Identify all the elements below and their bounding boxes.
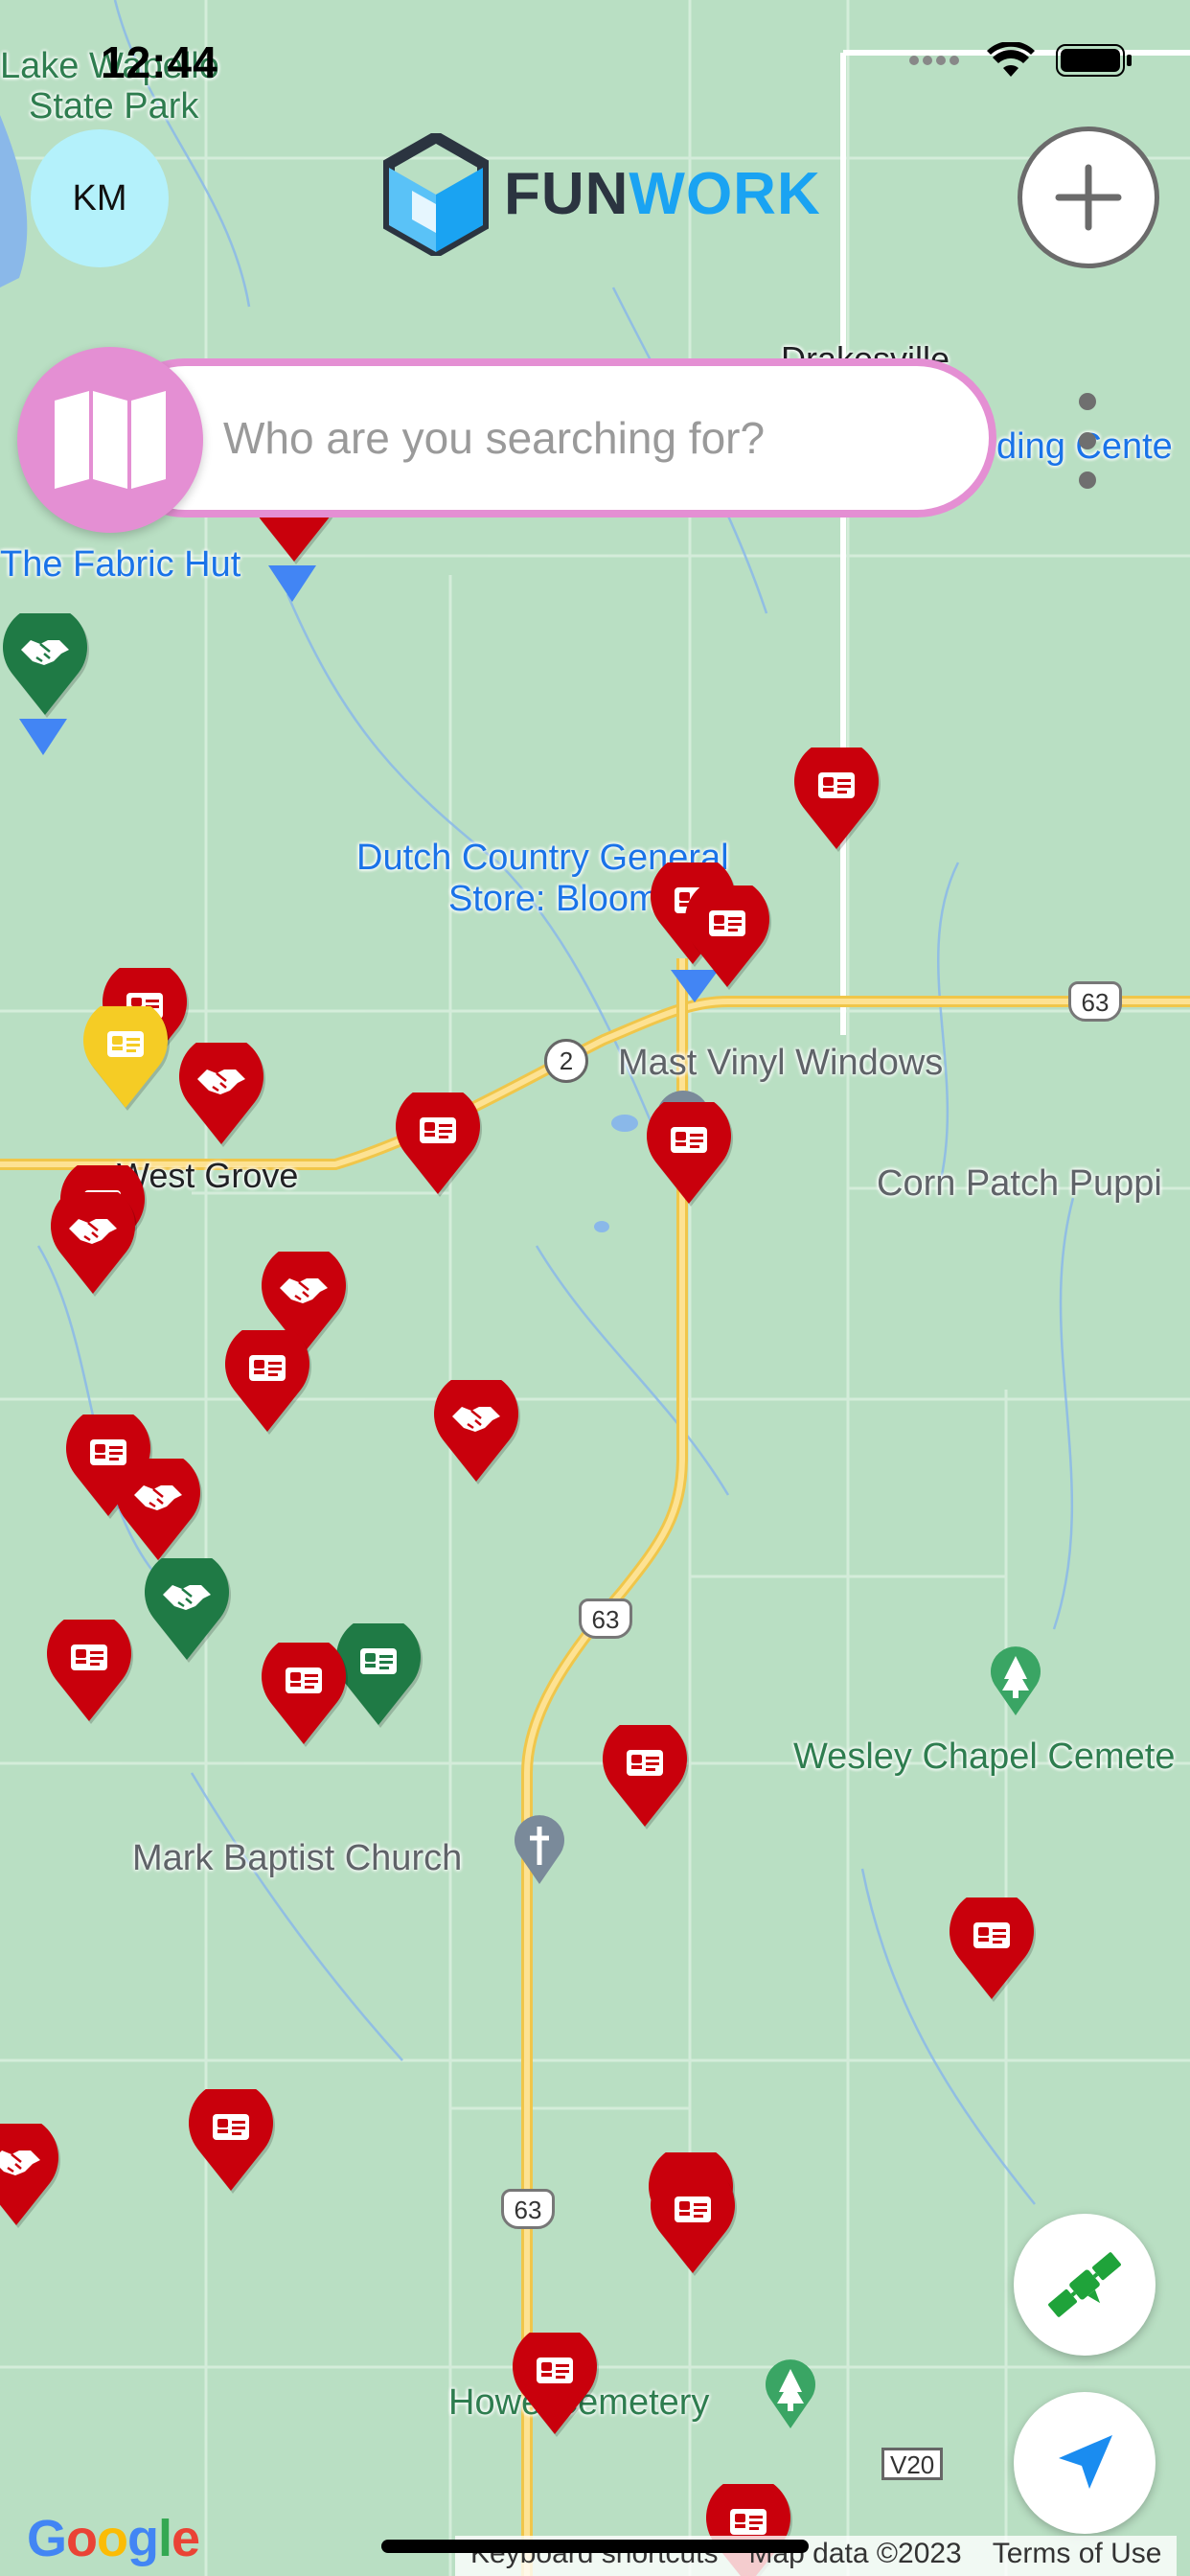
logo-text: FUNWORK: [504, 160, 821, 228]
logo-text-fun: FUN: [504, 161, 629, 227]
map-icon: [55, 391, 166, 489]
search-input[interactable]: [223, 404, 951, 472]
map-pin-red-card-14[interactable]: [222, 1330, 312, 1436]
status-icons: [908, 42, 1133, 79]
wesley-chapel-label: Wesley Chapel Cemete: [793, 1736, 1176, 1777]
map-pin-red-handshake-15[interactable]: [431, 1380, 521, 1485]
menu-dot: [1079, 472, 1096, 489]
cemetery-marker-icon-2[interactable]: [762, 2356, 819, 2432]
search-bar[interactable]: [105, 358, 996, 518]
add-button[interactable]: [1018, 126, 1159, 268]
route-2-shield: 2: [544, 1039, 588, 1083]
satellite-icon: [1048, 2252, 1121, 2317]
id-card-icon: [513, 2333, 599, 2437]
map-pin-red-handshake-17[interactable]: [113, 1459, 203, 1564]
wifi-icon: [987, 42, 1035, 77]
menu-dot: [1079, 432, 1096, 449]
mark-baptist-label: Mark Baptist Church: [132, 1838, 463, 1878]
map-toggle-button[interactable]: [17, 347, 203, 533]
status-time: 12:44: [101, 37, 218, 87]
id-card-icon: [396, 1092, 482, 1197]
map-pin-red-card-3[interactable]: [791, 748, 881, 853]
user-avatar[interactable]: KM: [31, 129, 169, 267]
avatar-initials: KM: [72, 177, 127, 218]
map-pin-red-card-28[interactable]: [510, 2333, 600, 2438]
battery-icon: [1056, 44, 1132, 77]
id-card-icon: [651, 2172, 737, 2276]
handshake-icon: [116, 1459, 202, 1563]
map-pin-red-card-23[interactable]: [947, 1898, 1037, 2003]
home-indicator: [381, 2540, 809, 2553]
map-pin-red-handshake-12[interactable]: [48, 1192, 138, 1298]
id-card-icon: [794, 748, 881, 852]
map-pin-red-card-5[interactable]: [682, 886, 772, 991]
hwy-63-shield-c: 63: [501, 2189, 555, 2229]
funwork-cube-icon: [383, 132, 489, 256]
google-logo: Google: [27, 2510, 200, 2567]
corn-patch-label: Corn Patch Puppi: [877, 1163, 1162, 1204]
v20-road-sign: V20: [881, 2448, 944, 2480]
id-card-icon: [603, 1725, 689, 1829]
terms-link[interactable]: Terms of Use: [977, 2536, 1178, 2576]
map-pin-red-card-27[interactable]: [648, 2172, 738, 2277]
satellite-view-button[interactable]: [1014, 2214, 1156, 2356]
map-pin-red-card-9[interactable]: [393, 1092, 483, 1198]
id-card-icon: [647, 1102, 733, 1207]
map-pin-red-card-19[interactable]: [44, 1620, 134, 1725]
funwork-logo: FUNWORK: [383, 129, 821, 259]
id-card-icon: [262, 1643, 348, 1747]
menu-dot: [1079, 393, 1096, 410]
hwy-63-shield-b: 63: [579, 1598, 632, 1639]
handshake-icon: [434, 1380, 520, 1484]
handshake-icon: [179, 1043, 265, 1147]
id-card-icon: [685, 886, 771, 990]
map-pin-yellow-card-7[interactable]: [80, 1006, 171, 1112]
fabric-hut-label: The Fabric Hut: [0, 544, 241, 585]
map-pin-green-handshake-2[interactable]: [0, 613, 90, 719]
id-card-icon: [83, 1006, 170, 1111]
map-pin-red-handshake-8[interactable]: [176, 1043, 266, 1148]
more-vertical-icon[interactable]: [1073, 393, 1102, 489]
id-card-icon: [950, 1898, 1036, 2002]
my-location-button[interactable]: [1014, 2392, 1156, 2534]
handshake-icon: [145, 1558, 231, 1663]
map-pin-red-card-22[interactable]: [600, 1725, 690, 1830]
map-pin-green-handshake-18[interactable]: [142, 1558, 232, 1664]
map-pin-red-card-10[interactable]: [644, 1102, 734, 1208]
map-pin-red-handshake-25[interactable]: [0, 2124, 61, 2229]
signal-icon: [909, 56, 959, 65]
status-bar: 12:44: [0, 0, 1190, 125]
map-pin-red-card-24[interactable]: [186, 2089, 276, 2195]
navigation-arrow-icon: [1059, 2435, 1112, 2489]
map-pin-red-card-21[interactable]: [259, 1643, 349, 1748]
handshake-icon: [3, 613, 89, 718]
plus-icon: [1055, 164, 1122, 231]
church-marker-icon[interactable]: [511, 1811, 568, 1888]
hwy-63-shield-a: 63: [1068, 981, 1122, 1022]
cemetery-marker-icon[interactable]: [987, 1643, 1044, 1719]
id-card-icon: [47, 1620, 133, 1724]
id-card-icon: [189, 2089, 275, 2194]
mast-vinyl-label: Mast Vinyl Windows: [618, 1043, 944, 1083]
logo-text-work: WORK: [629, 161, 821, 227]
handshake-icon: [0, 2124, 60, 2228]
id-card-icon: [225, 1330, 311, 1435]
handshake-icon: [51, 1192, 137, 1297]
